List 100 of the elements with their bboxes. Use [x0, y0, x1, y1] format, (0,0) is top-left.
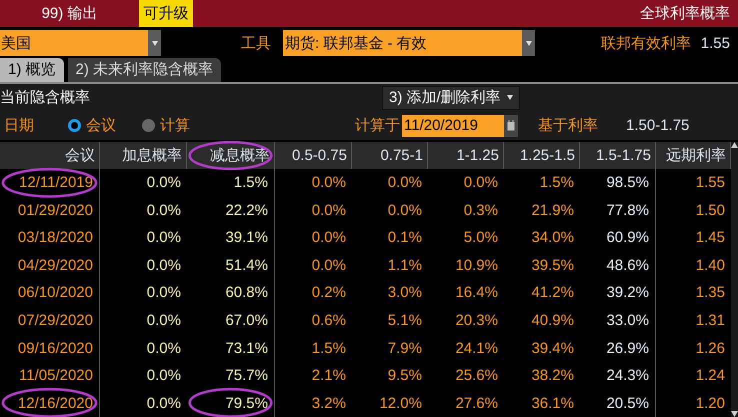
table-cell-text: 0.0% — [146, 256, 182, 276]
table-cell-text: 25.6% — [454, 366, 499, 386]
table-cell: 33.0% — [580, 306, 656, 334]
table-cell-text: 0.0% — [146, 338, 182, 358]
column-header: 1.5-1.75 — [580, 142, 656, 169]
table-cell-text: 0.0% — [146, 172, 182, 193]
table-cell-text: 12.0% — [378, 394, 423, 414]
table-cell-text: 0.0% — [146, 200, 182, 221]
table-cell: 51.4% — [187, 251, 275, 280]
table-cell-text: 40.9% — [530, 310, 575, 331]
table-cell-text: 39.4% — [530, 338, 575, 358]
table-cell: 03/18/2020 — [0, 224, 100, 252]
table-cell-text: 1.24 — [694, 366, 726, 386]
calc-date-label: 计算于 — [355, 118, 400, 134]
table-cell: 07/29/2020 — [0, 306, 100, 334]
table-cell-text: 0.1% — [386, 228, 423, 248]
table-cell: 06/10/2020 — [0, 279, 100, 307]
table-cell-text: 36.1% — [530, 394, 575, 414]
calc-date-field[interactable]: 11/20/2019 — [402, 114, 504, 137]
table-cell: 39.1% — [187, 224, 275, 252]
table-cell-text: 10.9% — [454, 256, 499, 276]
table-cell: 48.6% — [580, 251, 656, 280]
table-cell-text: 0.3% — [462, 200, 499, 221]
table-cell-text: 9.5% — [386, 366, 423, 386]
radio-option[interactable]: 计算 — [142, 118, 190, 134]
table-cell: 12/11/2019 — [0, 168, 100, 196]
table-cell-text: 0.0% — [386, 172, 423, 193]
base-rate-value: 1.50-1.75 — [626, 118, 690, 134]
export-button[interactable]: 99) 输出 — [0, 0, 139, 27]
table-cell-text: 0.0% — [310, 172, 347, 193]
date-label: 日期 — [4, 118, 35, 134]
column-header: 0.75-1 — [352, 142, 428, 169]
calendar-icon — [507, 120, 515, 132]
table-cell-text: 0.0% — [146, 310, 182, 331]
table-cell: 67.0% — [187, 306, 275, 334]
table-cell-text: 1.31 — [694, 310, 726, 331]
table-cell: 1.5% — [187, 168, 275, 196]
tab[interactable]: 2) 未来利率隐含概率 — [68, 58, 222, 82]
table-cell-text: 21.9% — [530, 200, 575, 221]
table-cell-text: 3.0% — [386, 283, 423, 304]
column-header: 1-1.25 — [428, 142, 504, 169]
caret-icon — [152, 40, 158, 46]
table-cell-text: 5.1% — [386, 310, 423, 331]
upgrade-badge[interactable]: 可升级 — [139, 0, 193, 27]
table-cell-text: 0.0% — [146, 283, 182, 304]
table-cell: 20.5% — [580, 389, 656, 417]
table-cell-text: 39.5% — [530, 256, 575, 276]
caret-icon — [506, 95, 513, 100]
table-cell-text: 20.3% — [454, 310, 499, 331]
tab[interactable]: 1) 概览 — [0, 58, 64, 82]
table-cell-text: 0.0% — [146, 228, 182, 248]
table-cell-text: 1.40 — [694, 256, 726, 276]
instrument-label: 工具 — [241, 36, 271, 51]
table-cell-text: 41.2% — [530, 283, 575, 304]
add-remove-rates-button[interactable]: 3) 添加/删除利率 — [382, 86, 520, 110]
caret-icon — [526, 40, 532, 46]
table-cell-text: 0.0% — [310, 200, 347, 221]
table-cell-text: 7.9% — [386, 338, 423, 358]
table-cell-text: 0.2% — [310, 283, 347, 304]
table-cell-text: 38.2% — [530, 366, 575, 386]
table-cell-text: 24.1% — [454, 338, 499, 358]
effective-rate-value: 1.55 — [700, 36, 730, 51]
table-cell-text: 0.0% — [310, 256, 347, 276]
country-dropdown[interactable]: 美国 — [0, 30, 148, 56]
table-cell: 01/29/2020 — [0, 196, 100, 224]
window-title: 全球利率概率 — [640, 6, 731, 21]
table-cell: 24.3% — [580, 362, 656, 390]
column-header: 0.5-0.75 — [275, 142, 352, 169]
table-cell: 73.1% — [187, 334, 275, 362]
dropdown-button[interactable] — [522, 30, 535, 56]
dropdown-button[interactable] — [148, 30, 161, 56]
table-cell-text: 1.1% — [386, 256, 423, 276]
effective-rate-label: 联邦有效利率 — [600, 36, 691, 51]
table-cell-text: 0.6% — [310, 310, 347, 331]
table-cell-text: 27.6% — [454, 394, 499, 414]
instrument-dropdown[interactable]: 期货: 联邦基金 - 有效 — [283, 30, 522, 56]
table-cell-text: 1.5% — [310, 338, 347, 358]
table-cell-text: 1.5% — [538, 172, 575, 193]
table-cell-text: 5.0% — [462, 228, 499, 248]
table-cell: 09/16/2020 — [0, 334, 100, 362]
table-cell-text: 1.35 — [694, 283, 726, 304]
table-cell-text: 0.0% — [146, 394, 182, 414]
calendar-button[interactable] — [504, 114, 518, 137]
table-cell-text: 1.26 — [694, 338, 726, 358]
table-cell: 26.9% — [580, 334, 656, 362]
table-cell: 75.7% — [187, 362, 275, 390]
table-cell: 60.8% — [187, 279, 275, 307]
table-cell: 77.8% — [580, 196, 656, 224]
table-cell-text: 0.0% — [310, 228, 347, 248]
table-cell-text: 1.55 — [694, 172, 726, 193]
column-header: 1.25-1.5 — [504, 142, 580, 169]
scrollbar[interactable] — [731, 142, 738, 417]
table-cell-text: 1.50 — [694, 200, 726, 221]
column-header: 加息概率 — [100, 142, 187, 169]
radio-option[interactable]: 会议 — [68, 118, 116, 134]
table-cell-text: 0.0% — [386, 200, 423, 221]
table-cell: 98.5% — [580, 168, 656, 196]
table-cell: 04/29/2020 — [0, 251, 100, 280]
table-cell: 60.9% — [580, 224, 656, 252]
table-cell-text: 0.0% — [146, 366, 182, 386]
